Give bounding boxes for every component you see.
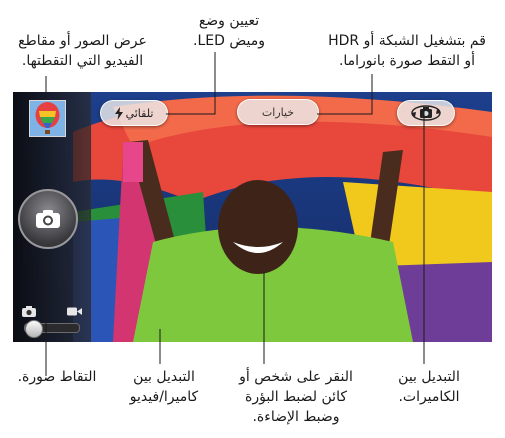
leader-line-flash [166, 52, 216, 115]
leader-line-hdr [317, 74, 373, 115]
callout-leader-lines [45, 52, 425, 376]
